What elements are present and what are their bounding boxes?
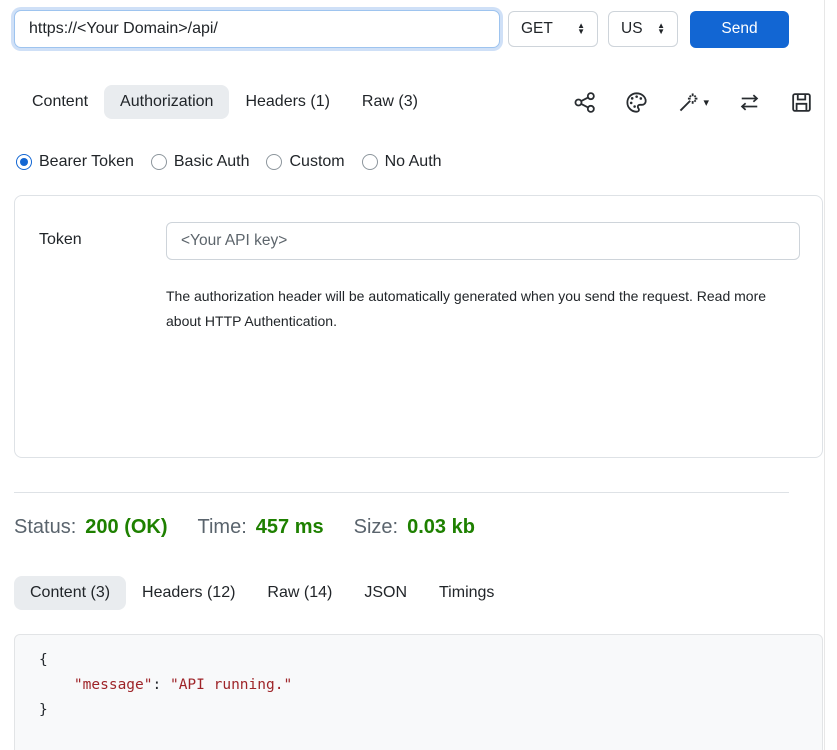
token-input[interactable]: [166, 222, 800, 260]
auth-option-label: Bearer Token: [39, 153, 134, 171]
resp-tab-raw[interactable]: Raw (14): [251, 576, 348, 610]
token-label: Token: [39, 222, 166, 249]
location-select[interactable]: US ▲▼: [608, 11, 678, 47]
request-bar: GET ▲▼ US ▲▼ Send: [0, 0, 837, 48]
magic-wand-menu-icon[interactable]: ▾: [677, 91, 709, 114]
auth-option-no-auth[interactable]: No Auth: [362, 153, 442, 171]
code-line: {: [39, 648, 806, 673]
send-button[interactable]: Send: [690, 11, 789, 48]
size-label: Size:: [354, 516, 398, 539]
auth-option-basic-auth[interactable]: Basic Auth: [151, 153, 250, 171]
radio-custom[interactable]: [266, 154, 282, 170]
updown-arrows-icon: ▲▼: [657, 23, 665, 35]
auth-option-bearer-token[interactable]: Bearer Token: [16, 153, 134, 171]
chevron-down-icon: ▾: [703, 96, 709, 109]
token-panel: Token The authorization header will be a…: [14, 195, 823, 458]
swap-arrows-icon[interactable]: [738, 91, 761, 114]
tab-raw[interactable]: Raw (3): [346, 85, 434, 119]
palette-icon[interactable]: [625, 91, 648, 114]
share-icon[interactable]: [573, 91, 596, 114]
resp-tab-headers[interactable]: Headers (12): [126, 576, 251, 610]
tab-headers[interactable]: Headers (1): [229, 85, 345, 119]
updown-arrows-icon: ▲▼: [577, 23, 585, 35]
radio-basic-auth[interactable]: [151, 154, 167, 170]
save-icon[interactable]: [790, 91, 813, 114]
code-line: "message": "API running.": [39, 673, 806, 698]
auth-option-label: Basic Auth: [174, 153, 250, 171]
content-right-border: [824, 0, 825, 750]
radio-bearer-token[interactable]: [16, 154, 32, 170]
status-label: Status:: [14, 516, 76, 539]
token-help-text: The authorization header will be automat…: [166, 284, 781, 334]
time-label: Time:: [198, 516, 247, 539]
tab-content[interactable]: Content: [16, 85, 104, 119]
toolbar-icons: ▾: [573, 91, 823, 114]
status-value: 200 (OK): [85, 516, 167, 539]
resp-tab-content[interactable]: Content (3): [14, 576, 126, 610]
request-tabs: Content Authorization Headers (1) Raw (3…: [16, 85, 823, 119]
resp-tab-json[interactable]: JSON: [348, 576, 423, 610]
response-tabs: Content (3) Headers (12) Raw (14) JSON T…: [14, 576, 823, 610]
auth-option-custom[interactable]: Custom: [266, 153, 344, 171]
url-input[interactable]: [14, 10, 500, 48]
section-divider: [14, 492, 789, 493]
method-select-value: GET: [521, 20, 553, 38]
auth-options: Bearer Token Basic Auth Custom No Auth: [16, 153, 837, 171]
token-column: The authorization header will be automat…: [166, 222, 800, 334]
radio-no-auth[interactable]: [362, 154, 378, 170]
size-value: 0.03 kb: [407, 516, 475, 539]
method-select[interactable]: GET ▲▼: [508, 11, 598, 47]
time-value: 457 ms: [256, 516, 324, 539]
tab-authorization[interactable]: Authorization: [104, 85, 229, 119]
json-value: "API running.": [170, 677, 292, 693]
response-body[interactable]: { "message": "API running." }: [14, 634, 823, 750]
location-select-value: US: [621, 20, 643, 38]
api-client-page: GET ▲▼ US ▲▼ Send Content Authorization …: [0, 0, 837, 750]
auth-option-label: No Auth: [385, 153, 442, 171]
response-status-bar: Status: 200 (OK) Time: 457 ms Size: 0.03…: [14, 516, 837, 539]
json-key: "message": [74, 677, 153, 693]
code-line: }: [39, 698, 806, 723]
resp-tab-timings[interactable]: Timings: [423, 576, 510, 610]
auth-option-label: Custom: [289, 153, 344, 171]
